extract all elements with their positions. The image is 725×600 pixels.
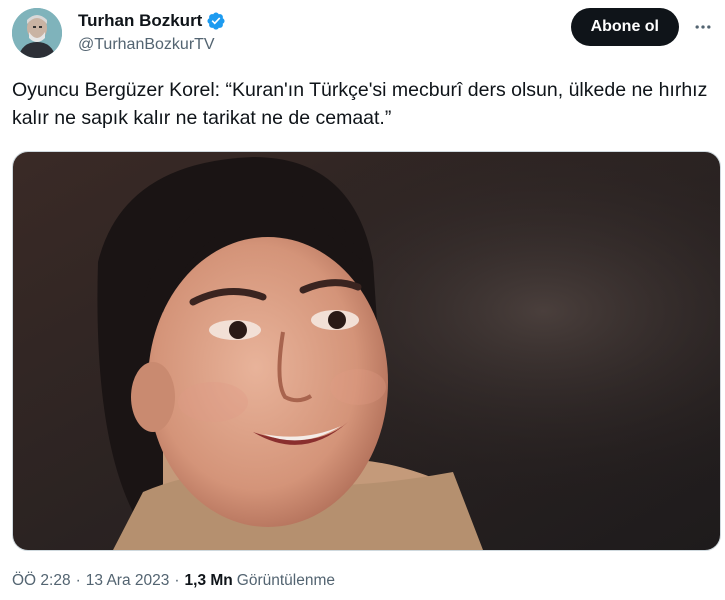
- tweet-media-photo[interactable]: [12, 151, 721, 551]
- meta-separator: ·: [75, 572, 81, 589]
- author-handle[interactable]: @TurhanBozkurTV: [78, 34, 226, 56]
- tweet-text: Oyuncu Bergüzer Korel: “Kuran'ın Türkçe'…: [12, 79, 713, 129]
- tweet-meta: ÖÖ 2:28 · 13 Ara 2023 · 1,3 Mn Görüntüle…: [12, 570, 335, 592]
- meta-separator: ·: [174, 572, 180, 589]
- avatar-photo: [12, 8, 62, 58]
- views-count: 1,3 Mn: [184, 572, 233, 589]
- author-display-name[interactable]: Turhan Bozkurt: [78, 10, 202, 32]
- name-row: Turhan Bozkurt: [78, 10, 226, 32]
- tweet-date[interactable]: 13 Ara 2023: [86, 570, 170, 592]
- views-label: Görüntülenme: [236, 572, 336, 589]
- portrait-photo: [13, 152, 720, 550]
- avatar[interactable]: [12, 8, 62, 58]
- subscribe-button[interactable]: Abone ol: [570, 8, 679, 46]
- verified-badge-icon: [206, 11, 226, 31]
- author-info: Turhan Bozkurt @TurhanBozkurTV: [78, 10, 226, 56]
- ellipsis-icon[interactable]: [693, 17, 713, 37]
- tweet-header: Turhan Bozkurt @TurhanBozkurTV Abone ol: [12, 8, 713, 60]
- tweet-time[interactable]: ÖÖ 2:28: [12, 570, 71, 592]
